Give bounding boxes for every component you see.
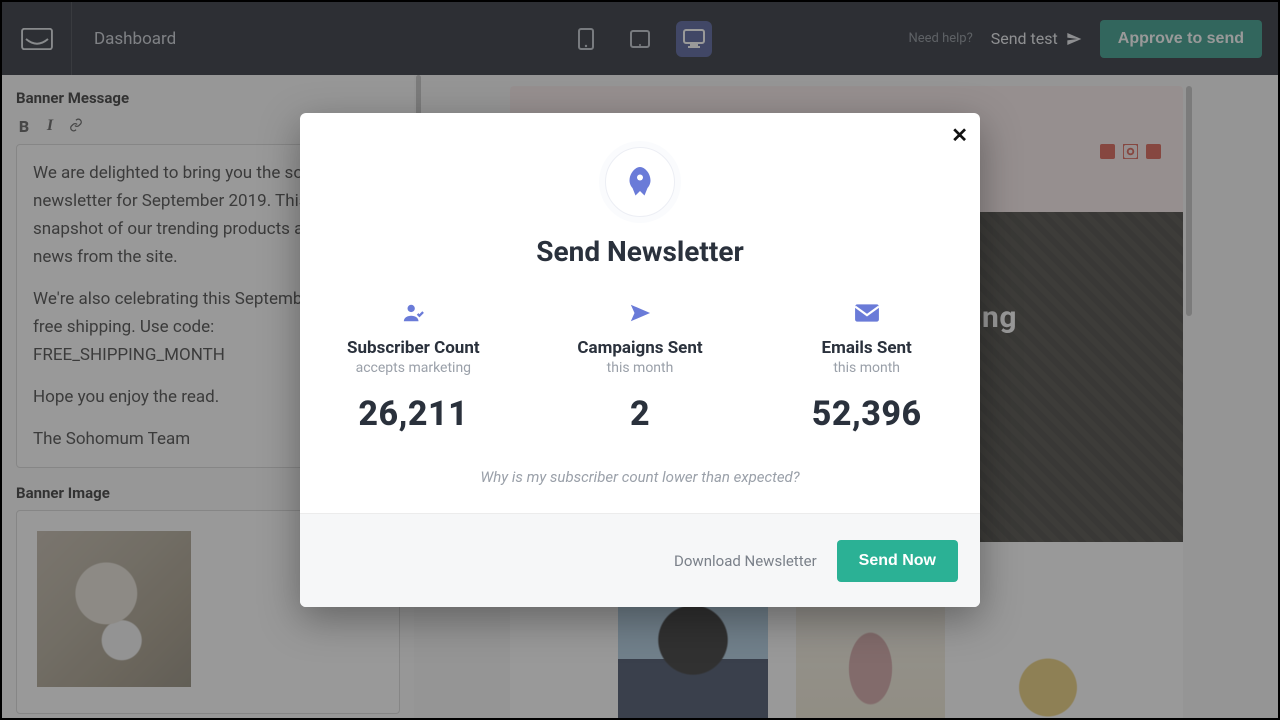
modal-title: Send Newsletter (300, 235, 980, 268)
envelope-icon (854, 302, 880, 324)
stat-value: 52,396 (753, 394, 980, 434)
stat-value: 2 (527, 394, 754, 434)
stat-value: 26,211 (300, 394, 527, 434)
stat-emails-sent: Emails Sent this month 52,396 (753, 302, 980, 434)
stat-subtitle: this month (527, 360, 754, 376)
close-button[interactable]: ✕ (951, 123, 968, 147)
send-newsletter-modal: ✕ Send Newsletter Subscriber Count accep… (300, 113, 980, 607)
send-now-button[interactable]: Send Now (837, 540, 958, 582)
modal-stats: Subscriber Count accepts marketing 26,21… (300, 302, 980, 434)
rocket-badge (605, 147, 675, 217)
rocket-icon (622, 164, 658, 200)
stat-title: Subscriber Count (300, 338, 527, 358)
why-link[interactable]: Why is my subscriber count lower than ex… (300, 468, 980, 486)
modal-footer: Download Newsletter Send Now (300, 513, 980, 607)
close-icon: ✕ (951, 123, 968, 147)
stat-subtitle: this month (753, 360, 980, 376)
user-check-icon (401, 302, 425, 324)
stat-subscriber-count: Subscriber Count accepts marketing 26,21… (300, 302, 527, 434)
download-newsletter-link[interactable]: Download Newsletter (674, 552, 817, 570)
paper-plane-icon (628, 302, 652, 324)
stat-title: Emails Sent (753, 338, 980, 358)
stat-campaigns-sent: Campaigns Sent this month 2 (527, 302, 754, 434)
stat-title: Campaigns Sent (527, 338, 754, 358)
stat-subtitle: accepts marketing (300, 360, 527, 376)
